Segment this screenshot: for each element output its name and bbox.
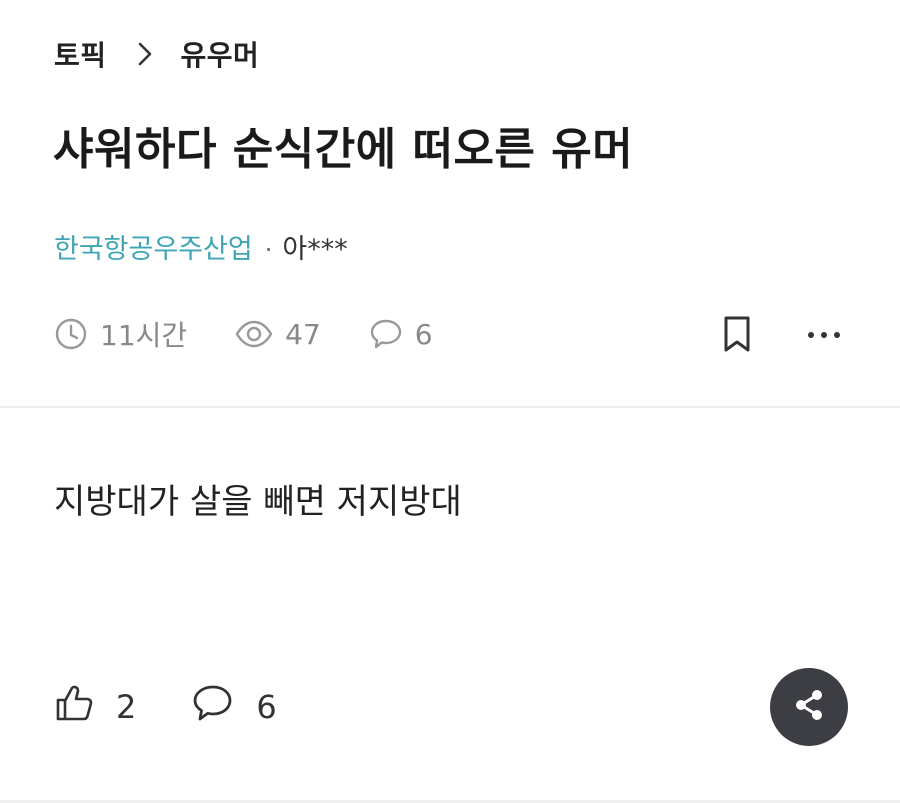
bookmark-icon xyxy=(722,315,752,357)
more-options-button[interactable] xyxy=(804,316,844,350)
post-body: 지방대가 살을 빼면 저지방대 xyxy=(54,482,462,522)
post-actions: 2 6 xyxy=(54,684,277,730)
thumbs-up-icon xyxy=(54,683,94,731)
stat-views: 47 xyxy=(235,318,321,351)
comment-button[interactable]: 6 xyxy=(192,684,277,730)
comment-count: 6 xyxy=(256,688,277,726)
like-button[interactable]: 2 xyxy=(54,683,136,731)
stat-comments: 6 xyxy=(369,318,433,351)
stat-comments-value: 6 xyxy=(414,317,433,351)
stat-time-value: 11시간 xyxy=(100,319,188,352)
breadcrumb: 토픽 유우머 xyxy=(54,34,259,74)
author-line: 한국항공우주산업 · 아*** xyxy=(54,230,348,270)
share-button[interactable] xyxy=(770,668,848,746)
eye-icon xyxy=(235,319,273,349)
post-page: 토픽 유우머 샤워하다 순식간에 떠오른 유머 한국항공우주산업 · 아*** … xyxy=(0,0,900,803)
post-stats: 11시간 47 6 xyxy=(54,312,433,356)
bookmark-button[interactable] xyxy=(720,316,754,356)
clock-icon xyxy=(54,317,88,351)
post-title: 샤워하다 순식간에 떠오른 유머 xyxy=(53,124,634,175)
section-divider xyxy=(0,406,900,408)
stat-time: 11시간 xyxy=(54,314,187,354)
share-icon xyxy=(791,687,827,727)
chevron-right-icon xyxy=(137,41,153,67)
author-company-link[interactable]: 한국항공우주산업 xyxy=(54,230,253,270)
breadcrumb-category[interactable]: 유우머 xyxy=(181,34,260,74)
author-nickname: 아*** xyxy=(282,234,348,265)
speech-bubble-icon xyxy=(369,318,403,350)
like-count: 2 xyxy=(116,688,137,726)
author-separator: · xyxy=(264,236,273,264)
stat-views-value: 47 xyxy=(285,317,321,351)
breadcrumb-topic[interactable]: 토픽 xyxy=(54,34,107,74)
more-dots-icon xyxy=(807,324,841,343)
speech-bubble-icon xyxy=(192,684,234,730)
